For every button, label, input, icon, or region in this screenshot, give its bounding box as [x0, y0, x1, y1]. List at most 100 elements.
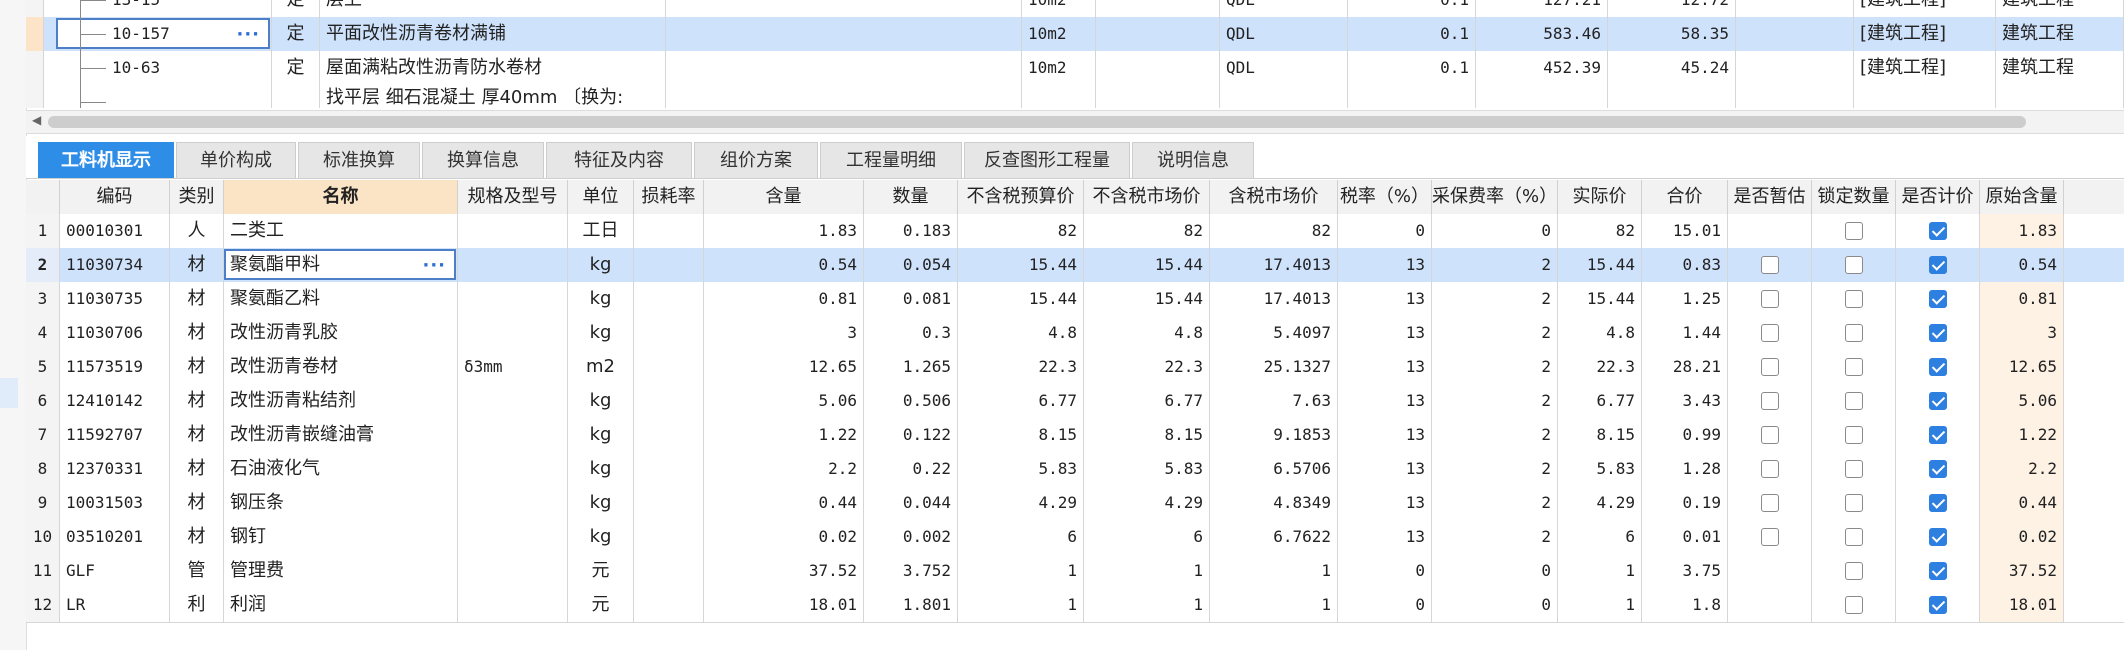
- col-header-qty[interactable]: 数量: [864, 180, 958, 214]
- tab-5[interactable]: 特征及内容: [546, 142, 692, 178]
- division-blank-cell[interactable]: [666, 85, 1022, 108]
- division-fee-cell[interactable]: QDL: [1220, 0, 1348, 17]
- material-name-cell[interactable]: 钢压条: [224, 486, 458, 520]
- division-cat-cell[interactable]: [建筑工程]: [1854, 17, 1996, 51]
- division-total-cell[interactable]: 12.72: [1608, 0, 1736, 17]
- division-fee-cell[interactable]: [1220, 85, 1348, 108]
- row-selector[interactable]: [26, 85, 44, 108]
- division-blank-cell[interactable]: [1736, 0, 1854, 17]
- lock-checkbox[interactable]: [1845, 426, 1863, 444]
- material-lock-cell[interactable]: [1812, 418, 1896, 452]
- material-name-cell[interactable]: 钢钉: [224, 520, 458, 554]
- material-name-cell[interactable]: 二类工: [224, 214, 458, 248]
- material-incmarket-cell[interactable]: 82: [1210, 214, 1338, 248]
- material-protect-cell[interactable]: 2: [1432, 384, 1558, 418]
- material-type-cell[interactable]: 人: [170, 214, 224, 248]
- division-blank-cell[interactable]: [1096, 51, 1220, 85]
- material-type-cell[interactable]: 管: [170, 554, 224, 588]
- material-count-cell[interactable]: [1896, 520, 1980, 554]
- material-code-cell[interactable]: 12410142: [60, 384, 170, 418]
- material-row[interactable]: 7 11592707 材改性沥青嵌缝油膏 kg 1.22 0.122 8.15 8.15 9.1…: [26, 418, 2124, 453]
- col-header-orig[interactable]: 原始含量: [1980, 180, 2064, 214]
- material-exbudget-cell[interactable]: 8.15: [958, 418, 1084, 452]
- material-qty-cell[interactable]: 0.122: [864, 418, 958, 452]
- material-spec-cell[interactable]: [458, 214, 568, 248]
- material-protect-cell[interactable]: 2: [1432, 520, 1558, 554]
- material-loss-cell[interactable]: [634, 486, 704, 520]
- material-count-cell[interactable]: [1896, 486, 1980, 520]
- material-unit-cell[interactable]: 工日: [568, 214, 634, 248]
- material-spec-cell[interactable]: [458, 248, 568, 282]
- material-loss-cell[interactable]: [634, 248, 704, 282]
- material-actual-cell[interactable]: 6: [1558, 520, 1642, 554]
- tab-8[interactable]: 反查图形工程量: [964, 142, 1130, 178]
- material-provisional-cell[interactable]: [1728, 588, 1812, 622]
- provisional-checkbox[interactable]: [1761, 460, 1779, 478]
- material-spec-cell[interactable]: [458, 282, 568, 316]
- material-incmarket-cell[interactable]: 1: [1210, 588, 1338, 622]
- material-protect-cell[interactable]: 2: [1432, 486, 1558, 520]
- material-code-cell[interactable]: 03510201: [60, 520, 170, 554]
- material-content-cell[interactable]: 12.65: [704, 350, 864, 384]
- material-tax-cell[interactable]: 13: [1338, 520, 1432, 554]
- material-provisional-cell[interactable]: [1728, 486, 1812, 520]
- division-row[interactable]: 10-63 定屋面满粘改性沥青防水卷材 10m2 QDL 0.1 452.39 45.24 […: [26, 51, 2124, 86]
- material-exmarket-cell[interactable]: 15.44: [1084, 248, 1210, 282]
- material-exbudget-cell[interactable]: 4.8: [958, 316, 1084, 350]
- material-qty-cell[interactable]: 0.3: [864, 316, 958, 350]
- material-type-cell[interactable]: 材: [170, 486, 224, 520]
- material-actual-cell[interactable]: 82: [1558, 214, 1642, 248]
- division-type-cell[interactable]: 定: [272, 17, 320, 51]
- material-lock-cell[interactable]: [1812, 520, 1896, 554]
- material-spec-cell[interactable]: [458, 316, 568, 350]
- material-protect-cell[interactable]: 2: [1432, 282, 1558, 316]
- division-blank-cell[interactable]: [1096, 85, 1220, 108]
- division-name-cell[interactable]: 平面改性沥青卷材满铺: [320, 17, 666, 51]
- lock-checkbox[interactable]: [1845, 290, 1863, 308]
- material-qty-cell[interactable]: 1.801: [864, 588, 958, 622]
- lock-checkbox[interactable]: [1845, 460, 1863, 478]
- division-blank-cell[interactable]: [1736, 17, 1854, 51]
- material-incmarket-cell[interactable]: 17.4013: [1210, 248, 1338, 282]
- material-orig-cell[interactable]: 2.2: [1980, 452, 2064, 486]
- material-exbudget-cell[interactable]: 6.77: [958, 384, 1084, 418]
- material-loss-cell[interactable]: [634, 588, 704, 622]
- division-cat-cell[interactable]: [1854, 85, 1996, 108]
- material-code-cell[interactable]: 10031503: [60, 486, 170, 520]
- material-exmarket-cell[interactable]: 1: [1084, 554, 1210, 588]
- division-total-cell[interactable]: 58.35: [1608, 17, 1736, 51]
- material-exbudget-cell[interactable]: 1: [958, 554, 1084, 588]
- material-exmarket-cell[interactable]: 82: [1084, 214, 1210, 248]
- division-blank-cell[interactable]: [1736, 85, 1854, 108]
- material-provisional-cell[interactable]: [1728, 350, 1812, 384]
- material-type-cell[interactable]: 材: [170, 282, 224, 316]
- material-spec-cell[interactable]: δ3mm: [458, 350, 568, 384]
- col-header-code[interactable]: 编码: [60, 180, 170, 214]
- lock-checkbox[interactable]: [1845, 596, 1863, 614]
- material-lock-cell[interactable]: [1812, 316, 1896, 350]
- material-incmarket-cell[interactable]: 6.5706: [1210, 452, 1338, 486]
- material-protect-cell[interactable]: 0: [1432, 588, 1558, 622]
- tab-7[interactable]: 工程量明细: [820, 142, 962, 178]
- row-selector[interactable]: [26, 51, 44, 85]
- material-protect-cell[interactable]: 2: [1432, 418, 1558, 452]
- material-count-cell[interactable]: [1896, 282, 1980, 316]
- material-exbudget-cell[interactable]: 4.29: [958, 486, 1084, 520]
- lock-checkbox[interactable]: [1845, 528, 1863, 546]
- material-orig-cell[interactable]: 18.01: [1980, 588, 2064, 622]
- material-provisional-cell[interactable]: [1728, 214, 1812, 248]
- material-row[interactable]: 5 11573519 材改性沥青卷材 δ3mm m2 12.65 1.265 22.3 22.3…: [26, 350, 2124, 385]
- division-qty-cell[interactable]: 0.1: [1348, 0, 1476, 17]
- material-actual-cell[interactable]: 15.44: [1558, 282, 1642, 316]
- material-incmarket-cell[interactable]: 4.8349: [1210, 486, 1338, 520]
- material-spec-cell[interactable]: [458, 588, 568, 622]
- material-incmarket-cell[interactable]: 9.1853: [1210, 418, 1338, 452]
- division-unit-cell[interactable]: [1022, 85, 1096, 108]
- count-checkbox[interactable]: [1929, 494, 1947, 512]
- material-orig-cell[interactable]: 0.44: [1980, 486, 2064, 520]
- material-spec-cell[interactable]: [458, 520, 568, 554]
- division-qty-cell[interactable]: 0.1: [1348, 17, 1476, 51]
- material-row[interactable]: 12 LR 利利润元 18.01 1.801 1 1 1 0 0 1 1.8 18.01: [26, 588, 2124, 623]
- material-loss-cell[interactable]: [634, 452, 704, 486]
- material-exmarket-cell[interactable]: 5.83: [1084, 452, 1210, 486]
